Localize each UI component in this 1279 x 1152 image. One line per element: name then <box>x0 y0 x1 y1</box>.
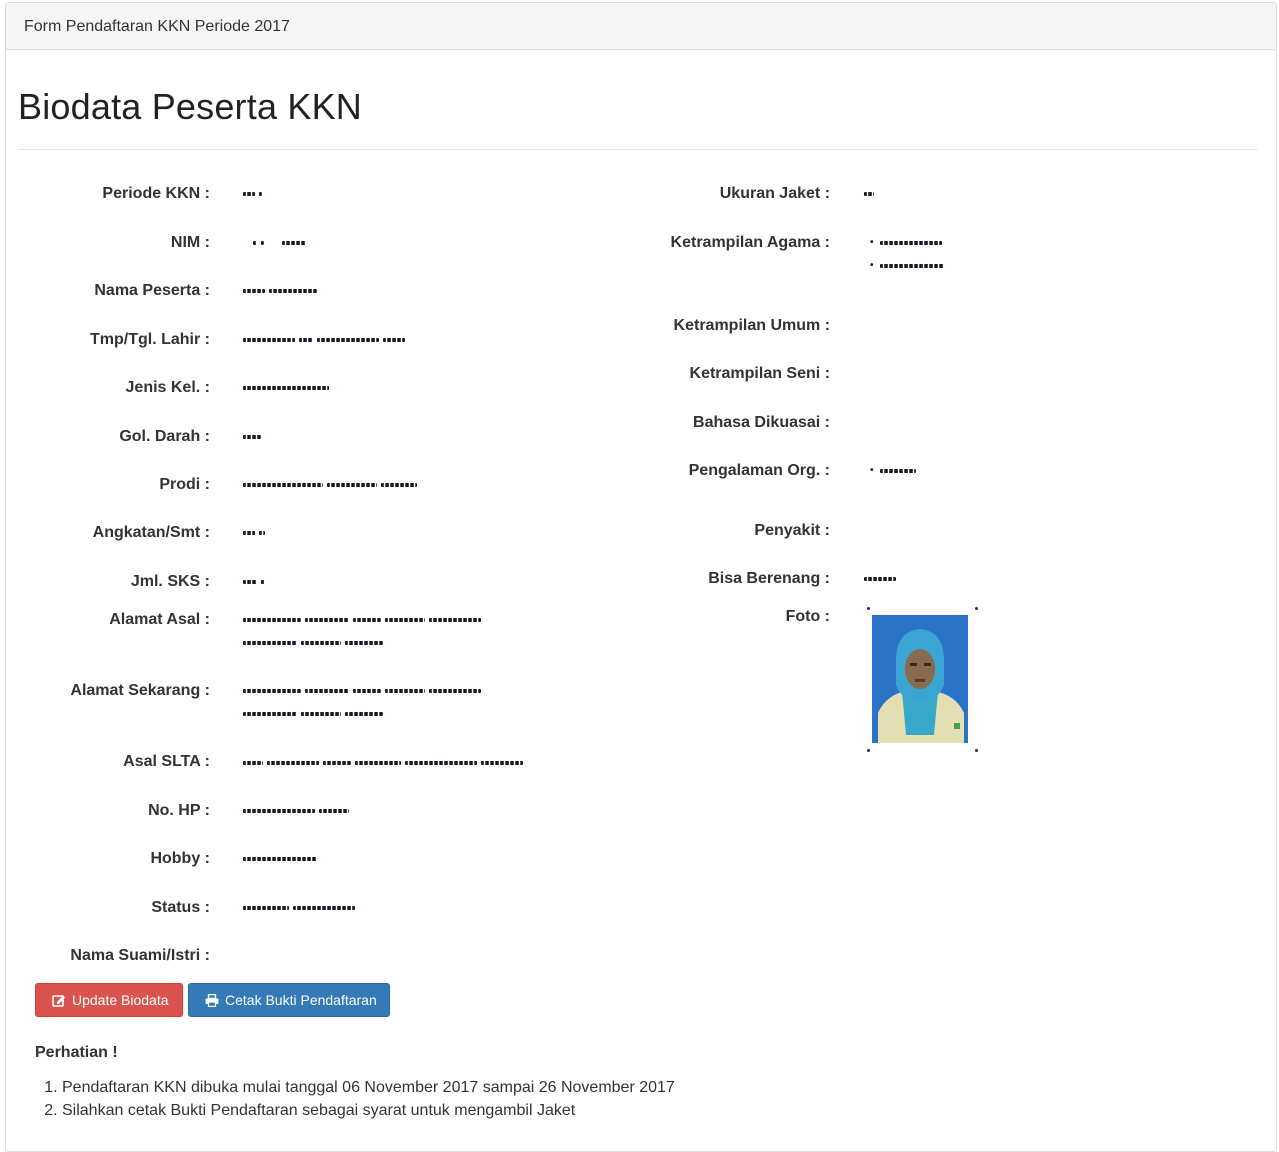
value-hobby <box>243 847 321 870</box>
update-biodata-button[interactable]: Update Biodata <box>35 983 183 1017</box>
label-no-hp: No. HP : <box>148 802 210 819</box>
value-asal-slta <box>243 751 527 774</box>
value-gol-darah <box>243 425 265 448</box>
label-ketrampilan-umum: Ketrampilan Umum : <box>673 317 830 334</box>
resize-handle <box>975 749 978 752</box>
value-nim <box>253 231 310 254</box>
label-jml-sks: Jml. SKS : <box>130 573 210 590</box>
value-ketrampilan-agama <box>870 231 948 277</box>
list-item <box>870 231 948 254</box>
value-status <box>243 896 359 919</box>
printer-icon <box>205 993 219 1010</box>
label-ketrampilan-agama: Ketrampilan Agama : <box>670 234 830 251</box>
resize-handle <box>867 749 870 752</box>
label-ketrampilan-seni: Ketrampilan Seni : <box>689 365 830 382</box>
update-biodata-label: Update Biodata <box>72 992 169 1008</box>
value-tmp-tgl-lahir <box>243 328 409 351</box>
cetak-bukti-button[interactable]: Cetak Bukti Pendaftaran <box>188 983 390 1017</box>
label-asal-slta: Asal SLTA : <box>123 753 210 770</box>
participant-photo <box>872 615 968 743</box>
notice-list: Pendaftaran KKN dibuka mulai tanggal 06 … <box>42 1076 675 1122</box>
value-prodi <box>243 473 421 496</box>
label-bisa-berenang: Bisa Berenang : <box>708 570 830 587</box>
list-item <box>870 254 948 277</box>
label-ukuran-jaket: Ukuran Jaket : <box>719 185 830 202</box>
label-nama-suami-istri: Nama Suami/Istri : <box>70 947 210 964</box>
list-item <box>870 459 920 482</box>
notice-item: Silahkan cetak Bukti Pendaftaran sebagai… <box>62 1099 675 1122</box>
value-no-hp <box>243 799 353 822</box>
panel-heading: Form Pendaftaran KKN Periode 2017 <box>6 3 1276 50</box>
value-alamat-asal <box>243 608 485 654</box>
value-alamat-sekarang <box>243 679 485 725</box>
label-gol-darah: Gol. Darah : <box>119 428 210 445</box>
value-ukuran-jaket <box>864 182 878 205</box>
cetak-bukti-label: Cetak Bukti Pendaftaran <box>225 992 377 1008</box>
page-title: Biodata Peserta KKN <box>18 86 362 127</box>
value-angkatan-smt <box>243 521 269 544</box>
label-nama-peserta: Nama Peserta : <box>94 282 210 299</box>
label-penyakit: Penyakit : <box>754 522 830 539</box>
value-jenis-kel <box>243 376 333 399</box>
value-jml-sks <box>243 570 269 593</box>
label-foto: Foto : <box>785 608 830 625</box>
resize-handle <box>867 607 870 610</box>
label-alamat-asal: Alamat Asal : <box>109 611 210 628</box>
value-pengalaman-org <box>870 459 920 482</box>
label-angkatan-smt: Angkatan/Smt : <box>92 524 210 541</box>
label-jenis-kel: Jenis Kel. : <box>125 379 210 396</box>
label-status: Status : <box>151 899 210 916</box>
label-tmp-tgl-lahir: Tmp/Tgl. Lahir : <box>90 331 210 348</box>
resize-handle <box>975 607 978 610</box>
value-periode-kkn <box>243 182 266 205</box>
title-divider <box>18 149 1258 150</box>
label-periode-kkn: Periode KKN : <box>102 185 210 202</box>
label-hobby: Hobby : <box>150 850 210 867</box>
photo-frame <box>865 605 978 753</box>
label-pengalaman-org: Pengalaman Org. : <box>688 462 830 479</box>
value-nama-peserta <box>243 279 321 302</box>
portrait-image <box>872 615 968 743</box>
label-alamat-sekarang: Alamat Sekarang : <box>70 682 210 699</box>
label-nim: NIM : <box>170 234 210 251</box>
notice-title: Perhatian ! <box>35 1044 118 1061</box>
label-bahasa-dikuasai: Bahasa Dikuasai : <box>693 414 830 431</box>
edit-icon <box>52 994 66 1010</box>
notice-item: Pendaftaran KKN dibuka mulai tanggal 06 … <box>62 1076 675 1099</box>
label-prodi: Prodi : <box>159 476 210 493</box>
value-bisa-berenang <box>864 567 900 590</box>
